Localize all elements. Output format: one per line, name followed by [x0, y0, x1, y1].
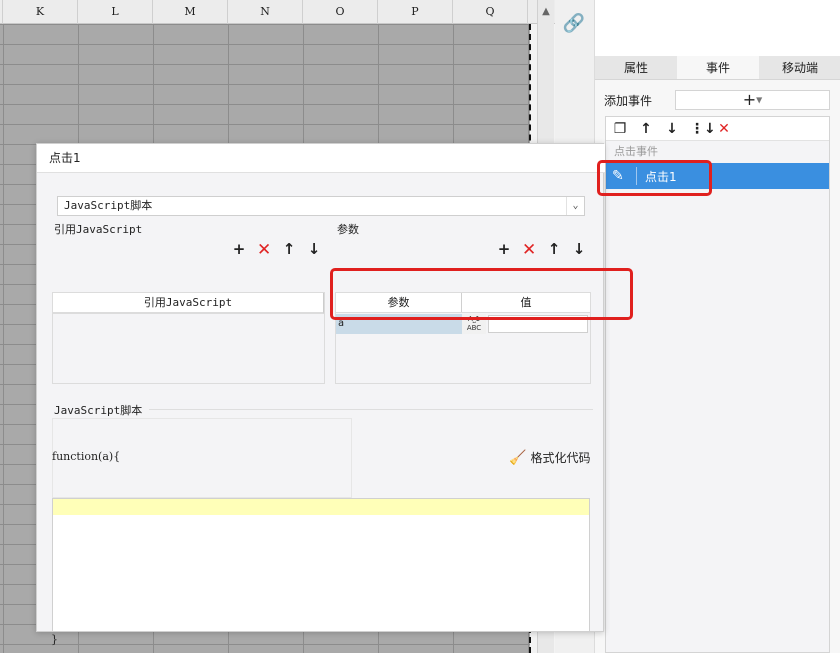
right-panel-top	[595, 0, 840, 56]
add-event-row: 添加事件 +▼	[595, 88, 840, 112]
column-header-o[interactable]: O	[303, 0, 378, 24]
tab-properties[interactable]: 属性	[595, 56, 677, 79]
current-line-highlight	[53, 499, 589, 515]
event-item-label: 点击1	[645, 169, 677, 184]
param-value-input[interactable]	[488, 315, 588, 333]
type-badge-bottom: ABC	[466, 324, 482, 332]
format-code-button[interactable]: 🧹 格式化代码	[509, 449, 590, 466]
arrow-down-icon[interactable]: ↓	[572, 240, 586, 260]
type-selector-icon[interactable]: A⎵1 ABC	[462, 314, 486, 334]
param-table: 参数 值 a A⎵1 ABC	[335, 292, 591, 384]
arrow-up-icon[interactable]: ↑	[638, 121, 654, 137]
dialog-body: JavaScript脚本 ⌄ 引用JavaScript 参数 + ✕ ↑ ↓ +…	[37, 173, 605, 646]
column-header-k[interactable]: K	[3, 0, 78, 24]
ref-js-table[interactable]: 引用JavaScript	[52, 292, 325, 384]
scroll-up-icon[interactable]: ▲	[538, 4, 554, 20]
event-dialog: 点击1 JavaScript脚本 ⌄ 引用JavaScript 参数 + ✕ ↑…	[36, 143, 605, 646]
arrow-up-icon[interactable]: ↑	[547, 240, 561, 260]
script-type-select[interactable]: JavaScript脚本 ⌄	[57, 196, 585, 216]
column-header-n[interactable]: N	[228, 0, 303, 24]
ref-js-table-header: 引用JavaScript	[53, 293, 324, 314]
param-name-cell[interactable]: a	[336, 314, 462, 334]
type-badge-top: A⎵1	[467, 315, 481, 323]
delete-icon[interactable]: ✕	[716, 121, 732, 137]
divider	[636, 167, 637, 185]
delete-icon[interactable]: ✕	[522, 240, 536, 260]
ref-toolbar: + ✕ ↑ ↓	[232, 240, 321, 260]
column-header-q[interactable]: Q	[453, 0, 528, 24]
table-row[interactable]: a A⎵1 ABC	[336, 314, 590, 334]
plus-icon: +	[742, 90, 757, 109]
arrow-up-icon[interactable]: ↑	[282, 240, 296, 260]
dialog-title: 点击1	[37, 144, 605, 173]
event-toolbar: ❐ ↑ ↓ ⋮↓ ✕	[606, 117, 829, 141]
param-table-header: 参数 值	[336, 293, 590, 313]
event-item[interactable]: ✎ 点击1	[606, 163, 829, 189]
column-header-p[interactable]: P	[378, 0, 453, 24]
js-section-label: JavaScript脚本	[54, 404, 143, 417]
arrow-down-icon[interactable]: ↓	[307, 240, 321, 260]
function-signature: function(a){	[52, 450, 121, 463]
event-category-label: 点击事件	[614, 145, 658, 158]
script-type-value: JavaScript脚本	[64, 199, 153, 212]
column-header-l[interactable]: L	[78, 0, 153, 24]
param-header-value: 值	[520, 296, 532, 309]
chevron-down-icon[interactable]: ⌄	[566, 197, 584, 215]
param-section-label: 参数	[337, 223, 359, 236]
delete-icon[interactable]: ✕	[257, 240, 271, 260]
column-header-row: K L M N O P Q	[0, 0, 555, 24]
arrow-down-icon[interactable]: ↓	[664, 121, 680, 137]
param-toolbar: + ✕ ↑ ↓	[497, 240, 586, 260]
move-to-bottom-icon[interactable]: ⋮↓	[690, 121, 716, 137]
add-event-button[interactable]: +▼	[675, 90, 830, 110]
add-icon[interactable]: +	[232, 240, 246, 260]
column-header-m[interactable]: M	[153, 0, 228, 24]
copy-icon[interactable]: ❐	[612, 121, 628, 137]
add-icon[interactable]: +	[497, 240, 511, 260]
tab-mobile[interactable]: 移动端	[759, 56, 840, 79]
chevron-down-icon: ▼	[756, 95, 763, 105]
link-icon[interactable]: 🔗	[560, 10, 588, 38]
format-code-label: 格式化代码	[530, 451, 591, 465]
edit-icon[interactable]: ✎	[612, 168, 632, 184]
right-panel: 属性 事件 移动端 添加事件 +▼ ❐ ↑ ↓ ⋮↓ ✕ 点击事件 ✎ 点击1	[594, 0, 840, 653]
code-editor[interactable]	[52, 498, 590, 632]
broom-icon: 🧹	[509, 449, 527, 466]
function-close-brace: }	[51, 633, 58, 646]
param-header-name: 参数	[336, 293, 462, 312]
divider	[149, 409, 593, 410]
panel-tabs: 属性 事件 移动端	[595, 56, 840, 80]
add-event-label: 添加事件	[604, 94, 653, 108]
event-list: ❐ ↑ ↓ ⋮↓ ✕ 点击事件 ✎ 点击1	[605, 116, 830, 653]
ref-section-label: 引用JavaScript	[54, 223, 143, 236]
tab-events[interactable]: 事件	[677, 56, 759, 79]
